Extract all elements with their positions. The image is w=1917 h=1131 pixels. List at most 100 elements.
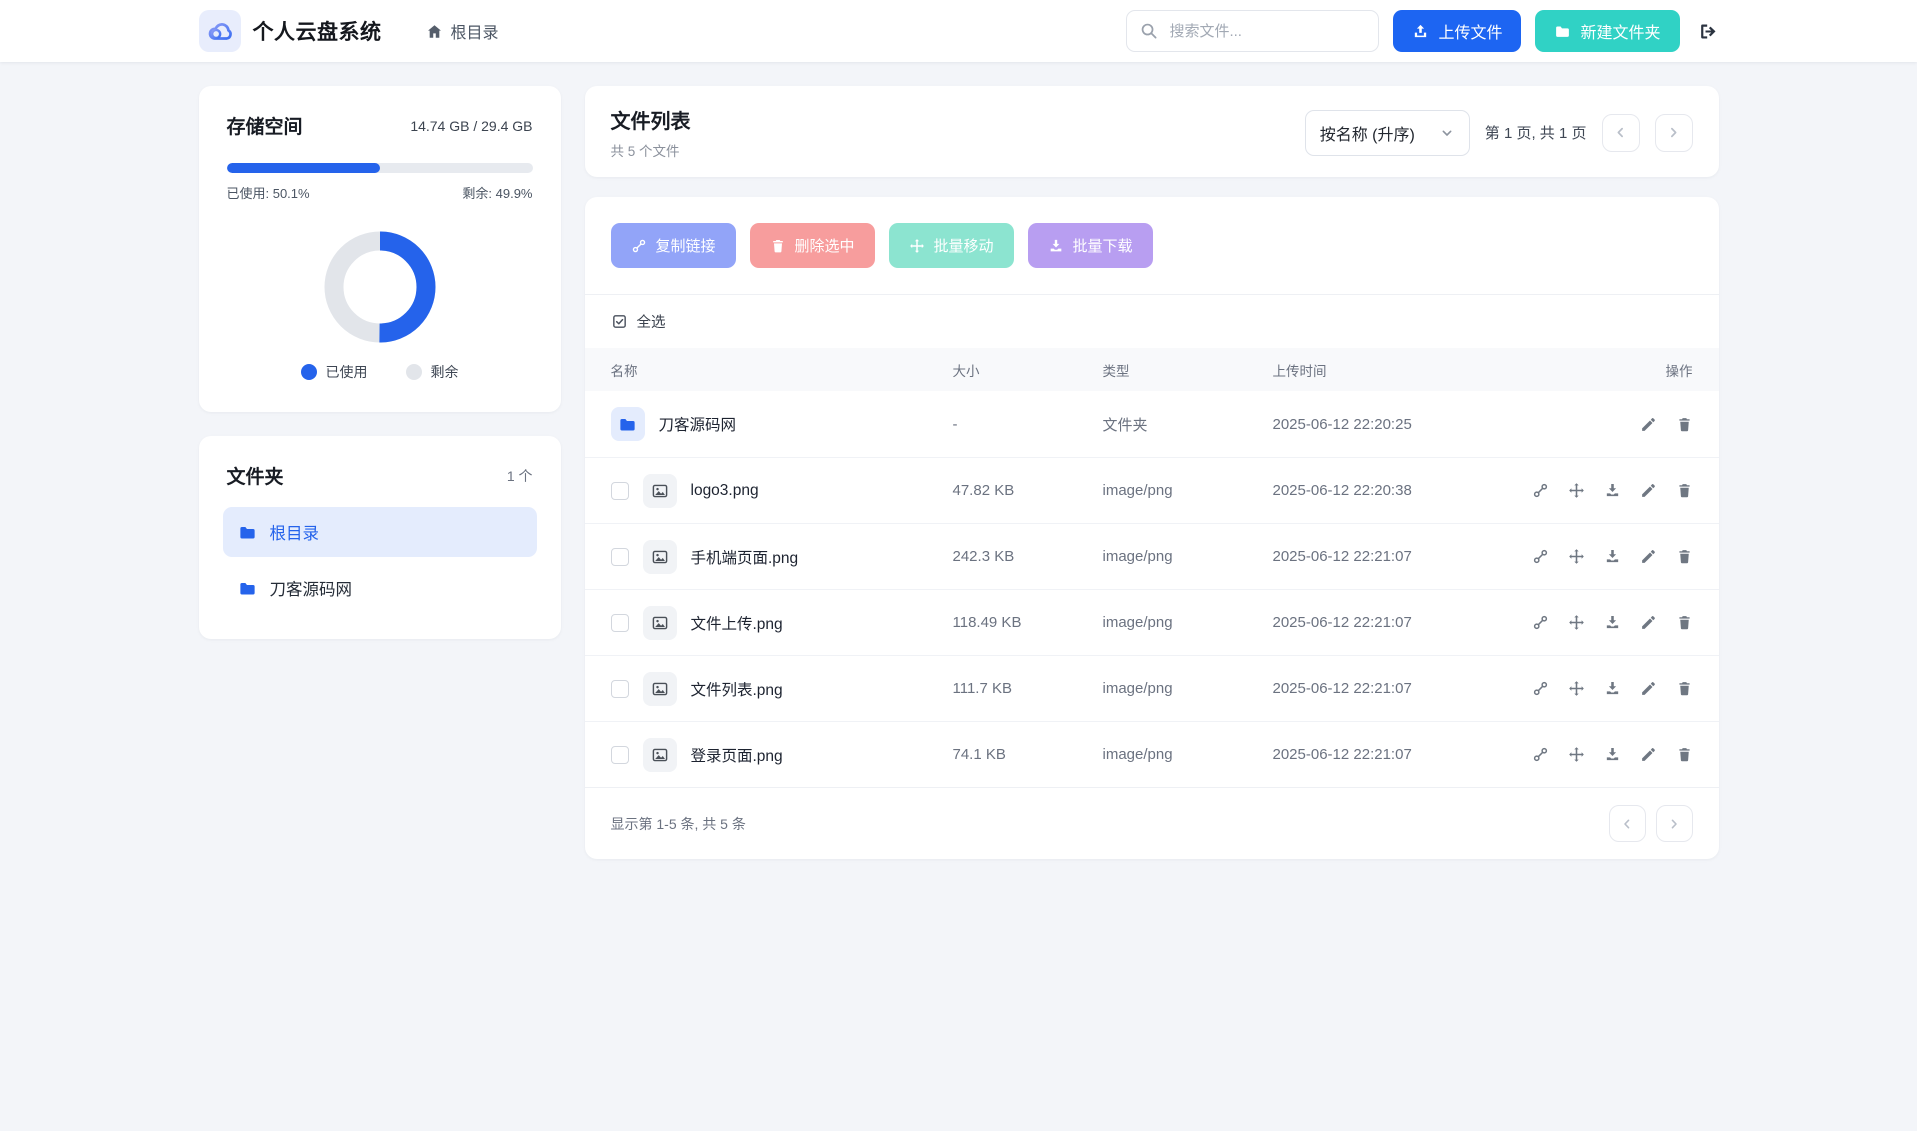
file-name[interactable]: 文件列表.png	[691, 678, 783, 700]
search-input[interactable]	[1126, 10, 1379, 52]
row-checkbox[interactable]	[611, 746, 629, 764]
file-size: 242.3 KB	[953, 548, 1103, 565]
edit-icon-button[interactable]	[1640, 680, 1657, 697]
upload-icon	[1412, 23, 1429, 40]
edit-icon-button[interactable]	[1640, 548, 1657, 565]
legend-used-dot	[301, 364, 317, 380]
table-row[interactable]: 文件列表.png 111.7 KB image/png 2025-06-12 2…	[585, 655, 1719, 721]
chevron-right-icon	[1665, 124, 1682, 141]
row-checkbox[interactable]	[611, 614, 629, 632]
link-icon	[1532, 482, 1549, 499]
sidebar: 存储空间 14.74 GB / 29.4 GB 已使用: 50.1% 剩余: 4…	[199, 86, 561, 639]
delete-icon-button[interactable]	[1676, 746, 1693, 763]
next-page-button[interactable]	[1655, 114, 1693, 152]
delete-icon-button[interactable]	[1676, 482, 1693, 499]
file-name[interactable]: 登录页面.png	[691, 744, 783, 766]
select-all-toggle[interactable]: 全选	[585, 294, 1719, 348]
pencil-icon	[1640, 416, 1657, 433]
image-file-icon	[643, 606, 677, 640]
delete-icon-button[interactable]	[1676, 548, 1693, 565]
copy-link-icon-button[interactable]	[1532, 482, 1549, 499]
move-icon	[1568, 482, 1585, 499]
file-name[interactable]: 刀客源码网	[659, 413, 737, 435]
delete-selected-button[interactable]: 删除选中	[750, 223, 875, 268]
folders-title: 文件夹	[227, 462, 284, 489]
folder-icon	[611, 407, 645, 441]
sign-out-icon	[1698, 21, 1719, 42]
trash-icon	[1676, 416, 1693, 433]
footer-prev-page-button[interactable]	[1609, 805, 1646, 842]
logout-button[interactable]	[1698, 21, 1719, 42]
edit-icon-button[interactable]	[1640, 416, 1657, 433]
row-checkbox[interactable]	[611, 548, 629, 566]
row-checkbox[interactable]	[611, 482, 629, 500]
folders-count-badge: 1 个	[507, 466, 533, 486]
file-type: image/png	[1103, 746, 1273, 763]
file-name[interactable]: logo3.png	[691, 482, 759, 500]
link-icon	[631, 238, 647, 254]
breadcrumb[interactable]: 根目录	[426, 19, 499, 43]
legend-used-label: 已使用	[326, 362, 368, 382]
chevron-down-icon	[1439, 125, 1455, 141]
upload-file-button[interactable]: 上传文件	[1393, 10, 1521, 52]
link-icon	[1532, 746, 1549, 763]
cloud-logo-icon	[206, 18, 233, 45]
download-icon-button[interactable]	[1604, 746, 1621, 763]
move-icon	[909, 238, 925, 254]
sort-select[interactable]: 按名称 (升序)	[1305, 110, 1470, 156]
batch-download-button[interactable]: 批量下载	[1028, 223, 1153, 268]
move-icon-button[interactable]	[1568, 482, 1585, 499]
move-icon-button[interactable]	[1568, 548, 1585, 565]
file-size: 47.82 KB	[953, 482, 1103, 499]
file-name[interactable]: 手机端页面.png	[691, 546, 799, 568]
sidebar-folder-item-active[interactable]: 根目录	[223, 507, 537, 557]
delete-icon-button[interactable]	[1676, 614, 1693, 631]
copy-link-button[interactable]: 复制链接	[611, 223, 736, 268]
copy-link-icon-button[interactable]	[1532, 614, 1549, 631]
download-icon-button[interactable]	[1604, 548, 1621, 565]
file-upload-time: 2025-06-12 22:21:07	[1273, 548, 1573, 565]
table-row[interactable]: 登录页面.png 74.1 KB image/png 2025-06-12 22…	[585, 721, 1719, 787]
copy-link-icon-button[interactable]	[1532, 680, 1549, 697]
download-icon	[1604, 548, 1621, 565]
edit-icon-button[interactable]	[1640, 482, 1657, 499]
folder-icon	[238, 579, 257, 598]
file-type: image/png	[1103, 482, 1273, 499]
edit-icon-button[interactable]	[1640, 614, 1657, 631]
move-icon-button[interactable]	[1568, 614, 1585, 631]
brand: 个人云盘系统	[199, 10, 382, 52]
delete-icon-button[interactable]	[1676, 680, 1693, 697]
file-name[interactable]: 文件上传.png	[691, 612, 783, 634]
download-icon-button[interactable]	[1604, 482, 1621, 499]
table-row[interactable]: logo3.png 47.82 KB image/png 2025-06-12 …	[585, 457, 1719, 523]
file-size: 74.1 KB	[953, 746, 1103, 763]
batch-move-button[interactable]: 批量移动	[889, 223, 1014, 268]
new-folder-button[interactable]: 新建文件夹	[1535, 10, 1679, 52]
row-checkbox[interactable]	[611, 680, 629, 698]
footer-next-page-button[interactable]	[1656, 805, 1693, 842]
table-row[interactable]: 文件上传.png 118.49 KB image/png 2025-06-12 …	[585, 589, 1719, 655]
pencil-icon	[1640, 680, 1657, 697]
download-icon-button[interactable]	[1604, 614, 1621, 631]
download-icon	[1048, 238, 1064, 254]
folders-card: 文件夹 1 个 根目录 刀客源码网	[199, 436, 561, 639]
top-navbar: 个人云盘系统 根目录 上传文件 新建文件夹	[0, 0, 1917, 62]
delete-icon-button[interactable]	[1676, 416, 1693, 433]
download-icon-button[interactable]	[1604, 680, 1621, 697]
move-icon-button[interactable]	[1568, 746, 1585, 763]
copy-link-icon-button[interactable]	[1532, 746, 1549, 763]
storage-progress-track	[227, 163, 533, 173]
table-row[interactable]: 手机端页面.png 242.3 KB image/png 2025-06-12 …	[585, 523, 1719, 589]
move-icon	[1568, 548, 1585, 565]
table-row[interactable]: 刀客源码网 - 文件夹 2025-06-12 22:20:25	[585, 391, 1719, 457]
link-icon	[1532, 548, 1549, 565]
chevron-right-icon	[1666, 816, 1682, 832]
move-icon-button[interactable]	[1568, 680, 1585, 697]
bulk-toolbar: 复制链接 删除选中 批量移动 批量下载	[585, 197, 1719, 294]
sidebar-folder-item-default[interactable]: 刀客源码网	[223, 563, 537, 613]
edit-icon-button[interactable]	[1640, 746, 1657, 763]
trash-icon	[1676, 548, 1693, 565]
copy-link-icon-button[interactable]	[1532, 548, 1549, 565]
storage-used-label: 已使用: 50.1%	[227, 183, 310, 202]
prev-page-button[interactable]	[1602, 114, 1640, 152]
